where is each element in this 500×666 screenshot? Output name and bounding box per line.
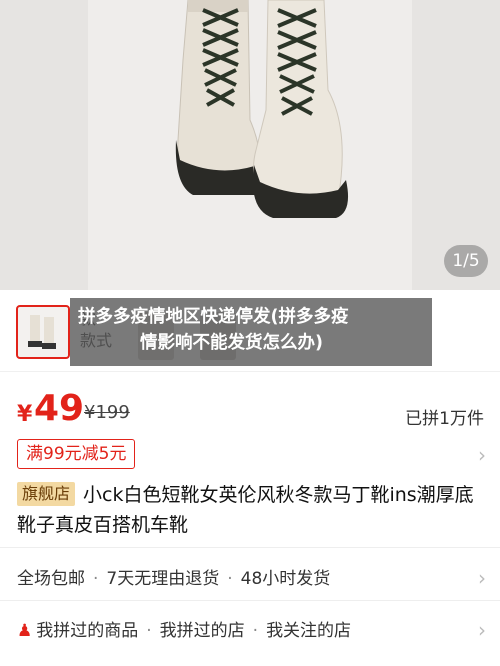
link-followed-stores[interactable]: 我关注的店 bbox=[266, 621, 351, 641]
product-image-gallery[interactable]: 1/5 bbox=[0, 0, 500, 290]
sold-count: 已拼1万件 bbox=[405, 409, 484, 429]
link-my-purchased-items[interactable]: 我拼过的商品 bbox=[36, 621, 138, 641]
service-free-shipping: 全场包邮 bbox=[17, 569, 85, 589]
price-value: 49 bbox=[34, 388, 85, 429]
boot-thumbnail-icon bbox=[28, 315, 56, 349]
price-row: ¥ 49 ¥199 已拼1万件 bbox=[0, 388, 500, 440]
service-ship-time: 48小时发货 bbox=[240, 569, 331, 589]
price-currency: ¥ bbox=[17, 402, 33, 427]
service-guarantees[interactable]: 全场包邮 · 7天无理由退货 · 48小时发货 bbox=[17, 564, 330, 589]
product-photo bbox=[88, 0, 412, 290]
chevron-right-icon[interactable]: › bbox=[478, 566, 486, 590]
history-links: ♟ 我拼过的商品 · 我拼过的店 · 我关注的店 bbox=[17, 616, 351, 641]
boots-image bbox=[175, 0, 349, 218]
overlay-line-1: 拼多多疫情地区快递停发(拼多多疫 bbox=[78, 307, 349, 327]
user-icon: ♟ bbox=[17, 621, 33, 641]
separator-dot: · bbox=[93, 569, 99, 589]
product-title-text: 小ck白色短靴女英伦风秋冬款马丁靴ins潮厚底靴子真皮百搭机车靴 bbox=[17, 484, 474, 536]
product-title: 旗舰店 小ck白色短靴女英伦风秋冬款马丁靴ins潮厚底靴子真皮百搭机车靴 bbox=[17, 480, 487, 540]
original-price: ¥199 bbox=[84, 402, 130, 423]
coupon-badge[interactable]: 满99元减5元 bbox=[17, 439, 136, 469]
overlay-title-banner: 拼多多疫情地区快递停发(拼多多疫 情影响不能发货怎么办) bbox=[70, 298, 432, 366]
separator-dot: · bbox=[227, 569, 233, 589]
variant-thumbnail-selected[interactable] bbox=[16, 305, 70, 359]
chevron-right-icon[interactable]: › bbox=[478, 443, 486, 467]
chevron-right-icon[interactable]: › bbox=[478, 618, 486, 642]
overlay-line-2: 情影响不能发货怎么办) bbox=[140, 333, 323, 353]
separator-dot: · bbox=[146, 621, 152, 641]
divider bbox=[0, 600, 500, 601]
link-my-purchased-stores[interactable]: 我拼过的店 bbox=[160, 621, 245, 641]
divider bbox=[0, 547, 500, 548]
flagship-store-badge: 旗舰店 bbox=[17, 482, 76, 506]
page-indicator: 1/5 bbox=[444, 245, 488, 277]
service-returns: 7天无理由退货 bbox=[106, 569, 220, 589]
separator-dot: · bbox=[252, 621, 259, 641]
